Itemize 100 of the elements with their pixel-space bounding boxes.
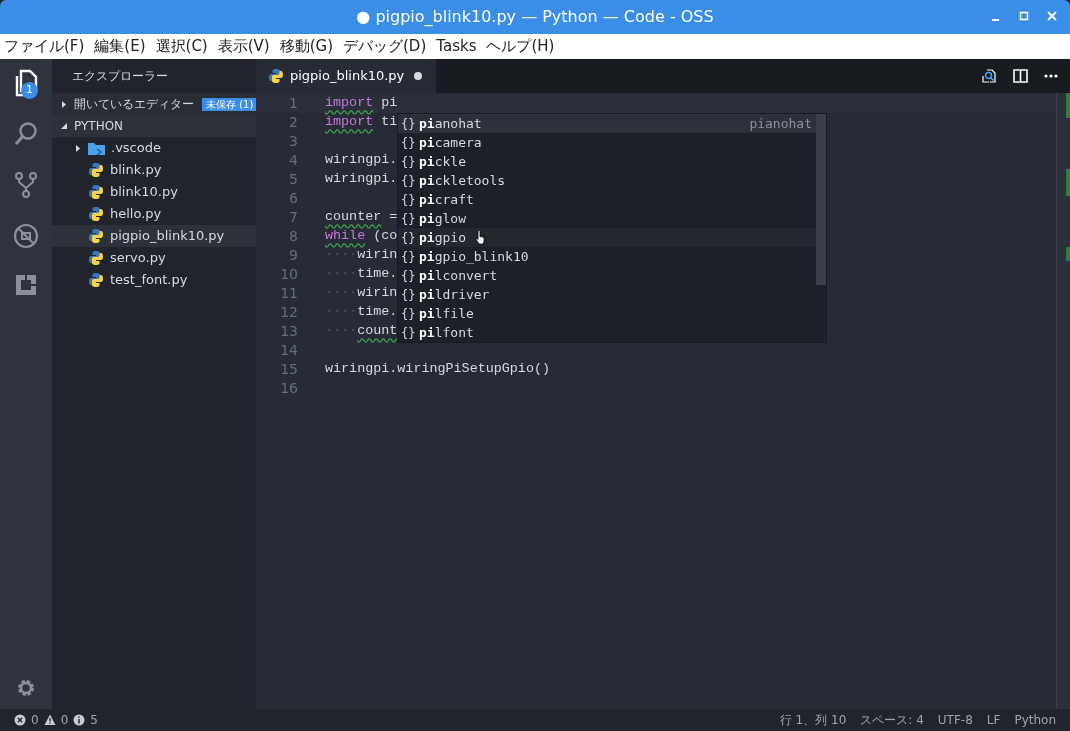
file-tree-item[interactable]: pigpio_blink10.py <box>52 225 256 247</box>
suggestion-kind-icon: {} <box>401 228 419 247</box>
file-tree-item[interactable]: hello.py <box>52 203 256 225</box>
status-item[interactable]: 行 1、列 10 <box>779 711 847 729</box>
file-tree-item[interactable]: blink10.py <box>52 181 256 203</box>
file-tree-item[interactable]: .vscode <box>52 137 256 159</box>
line-number: 7 <box>288 208 298 227</box>
suggestion-label: pickletools <box>419 171 506 190</box>
menu-item[interactable]: 移動(G) <box>279 35 333 58</box>
suggestion-kind-icon: {} <box>401 323 419 342</box>
window-title: ● pigpio_blink10.py — Python — Code - OSS <box>356 6 714 28</box>
menu-item[interactable]: デバッグ(D) <box>343 35 427 58</box>
suggestion-label: pigpio <box>419 228 466 247</box>
suggestion-item[interactable]: {} picraft <box>398 190 816 209</box>
status-item[interactable]: LF <box>986 711 1001 729</box>
notification-badge: 1 <box>21 82 38 99</box>
suggestion-label: pianohat <box>419 114 482 133</box>
files-icon[interactable] <box>13 69 39 97</box>
suggestion-item[interactable]: {} pilfont <box>398 323 816 342</box>
suggestion-label: pildriver <box>419 285 490 304</box>
suggestion-item[interactable]: {} pildriver <box>398 285 816 304</box>
suggestion-label: pickle <box>419 152 466 171</box>
line-number: 10 <box>279 265 298 284</box>
suggestion-detail: pianohat <box>749 114 812 133</box>
suggestion-item[interactable]: {} pilfile <box>398 304 816 323</box>
line-number: 9 <box>288 246 298 265</box>
suggestion-kind-icon: {} <box>401 304 419 323</box>
python-file-icon <box>88 162 104 178</box>
menu-item[interactable]: ファイル(F) <box>4 35 85 58</box>
suggestion-label: piglow <box>419 209 466 228</box>
suggestion-item[interactable]: {} pilconvert <box>398 266 816 285</box>
python-file-icon <box>88 272 104 288</box>
search-file-icon[interactable] <box>981 68 997 84</box>
code-line: wiringpi. <box>325 170 398 189</box>
unsaved-badge: 未保存 (1) <box>202 97 258 111</box>
extensions-icon[interactable] <box>14 273 38 297</box>
status-item[interactable]: Python <box>1014 711 1056 729</box>
code-line: ····count <box>325 322 398 341</box>
change-marker <box>1066 247 1070 261</box>
menu-item[interactable]: 編集(E) <box>94 35 146 58</box>
code-line: ····time. <box>325 303 398 322</box>
change-marker <box>1066 169 1070 196</box>
menu-item[interactable]: 選択(C) <box>155 35 208 58</box>
suggestion-item[interactable]: {} picamera <box>398 133 816 152</box>
suggestion-kind-icon: {} <box>401 152 419 171</box>
menu-item[interactable]: Tasks <box>436 35 477 58</box>
suggestion-kind-icon: {} <box>401 209 419 228</box>
file-tree-item[interactable]: servo.py <box>52 247 256 269</box>
source-control-icon[interactable] <box>14 171 38 199</box>
line-number: 16 <box>279 379 298 398</box>
line-number: 2 <box>288 113 298 132</box>
suggestion-item[interactable]: {} pickletools <box>398 171 816 190</box>
suggestion-item[interactable]: {} pigpio <box>398 228 816 247</box>
suggestion-item[interactable]: {} pianohat pianohat <box>398 114 816 133</box>
line-number: 5 <box>288 170 298 189</box>
suggestion-label: pilfile <box>419 304 474 323</box>
info-icon <box>73 714 86 726</box>
line-number: 4 <box>288 151 298 170</box>
editor-tab[interactable]: pigpio_blink10.py <box>256 59 437 93</box>
split-editor-icon[interactable] <box>1013 69 1028 83</box>
settings-icon[interactable] <box>15 677 37 699</box>
suggestion-label: pilconvert <box>419 266 498 285</box>
status-item[interactable]: UTF-8 <box>937 711 973 729</box>
change-marker <box>1066 93 1070 118</box>
suggestion-label: pigpio_blink10 <box>419 247 529 266</box>
suggestion-label: pilfont <box>419 323 474 342</box>
suggestion-item[interactable]: {} piglow <box>398 209 816 228</box>
suggestion-kind-icon: {} <box>401 171 419 190</box>
suggestion-label: picraft <box>419 190 474 209</box>
line-number: 14 <box>279 341 298 360</box>
line-number: 8 <box>288 227 298 246</box>
code-line: while (co <box>325 227 398 246</box>
line-number: 15 <box>279 360 298 379</box>
line-number: 12 <box>279 303 298 322</box>
status-item[interactable]: スペース: 4 <box>860 711 924 729</box>
suggestion-item[interactable]: {} pickle <box>398 152 816 171</box>
code-line: ····time. <box>325 265 398 284</box>
suggestion-kind-icon: {} <box>401 133 419 152</box>
folder-icon <box>88 141 105 155</box>
file-tree-item[interactable]: blink.py <box>52 159 256 181</box>
code-line: counter = <box>325 208 398 227</box>
section-title: 開いているエディター <box>74 96 194 113</box>
search-icon[interactable] <box>13 121 39 147</box>
suggestion-label: picamera <box>419 133 482 152</box>
suggestion-kind-icon: {} <box>401 114 419 133</box>
more-icon[interactable] <box>1044 74 1058 78</box>
debug-icon[interactable] <box>13 223 39 249</box>
code-line: ····wirin <box>325 246 398 265</box>
python-file-icon <box>88 184 104 200</box>
python-file-icon <box>88 206 104 222</box>
menu-item[interactable]: ヘルプ(H) <box>486 35 555 58</box>
python-file-icon <box>88 250 104 266</box>
menu-item[interactable]: 表示(V) <box>217 35 270 58</box>
code-line: import pi <box>325 94 398 113</box>
suggestion-kind-icon: {} <box>401 266 419 285</box>
code-line: wiringpi.wiringPiSetupGpio() <box>325 360 550 379</box>
code-line: import ti <box>325 113 398 132</box>
file-tree-item[interactable]: test_font.py <box>52 269 256 291</box>
suggestion-item[interactable]: {} pigpio_blink10 <box>398 247 816 266</box>
line-number: 11 <box>279 284 298 303</box>
